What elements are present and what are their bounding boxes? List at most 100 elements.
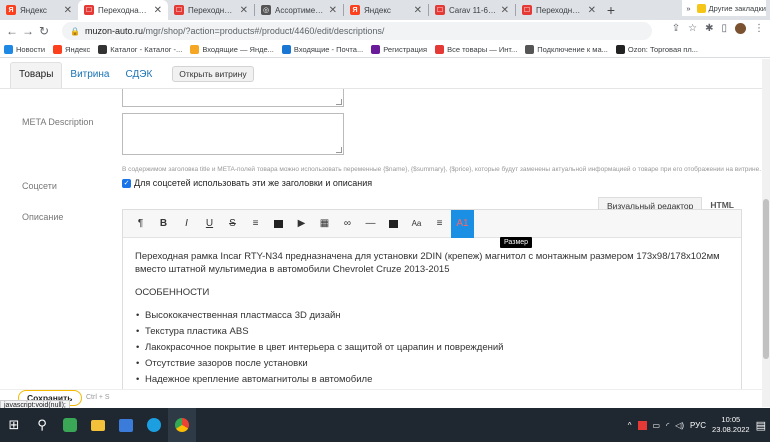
underline-icon[interactable]: U bbox=[198, 210, 221, 238]
extensions-icon[interactable]: ✱ bbox=[705, 23, 713, 34]
scrollbar-thumb[interactable] bbox=[763, 199, 769, 359]
bookmark-item[interactable]: Входящие — Янде... bbox=[190, 45, 274, 54]
wifi-icon[interactable]: ◜ bbox=[666, 421, 669, 430]
font-color-icon[interactable] bbox=[382, 210, 405, 238]
social-checkbox[interactable]: ✓ bbox=[122, 178, 131, 188]
table-icon[interactable]: ▦ bbox=[313, 210, 336, 238]
tab-sdek[interactable]: СДЭК bbox=[117, 69, 160, 88]
tray-chevron-icon[interactable]: ^ bbox=[628, 421, 632, 430]
page-scrollbar[interactable] bbox=[762, 59, 770, 407]
bookmark-item[interactable]: Новости bbox=[4, 45, 45, 54]
tab-close-icon[interactable]: ✕ bbox=[584, 5, 596, 16]
bookmark-label: Каталог - Каталог -... bbox=[110, 45, 183, 54]
volume-icon[interactable]: ◁) bbox=[675, 421, 684, 430]
search-icon[interactable]: ⚲ bbox=[28, 408, 56, 442]
browser-tab[interactable]: Я Яндекс ✕ bbox=[344, 0, 428, 20]
browser-tab[interactable]: Я Яндекс ✕ bbox=[0, 0, 78, 20]
browser-tab[interactable]: ☐ Переходная рам✕ bbox=[516, 0, 602, 20]
sidepanel-icon[interactable]: ▯ bbox=[721, 23, 727, 34]
variables-hint: В содержимом заголовка title и META-поле… bbox=[122, 166, 762, 173]
align-icon[interactable]: ≡ bbox=[428, 210, 451, 238]
browser-tab[interactable]: ☐ Переходная рам✕ bbox=[168, 0, 254, 20]
chrome-icon[interactable] bbox=[168, 408, 196, 442]
tab-favicon-icon: ☐ bbox=[84, 5, 94, 15]
tab-title: Переходная рамк bbox=[98, 5, 150, 15]
bookmark-favicon-icon bbox=[190, 45, 200, 54]
windows-start-icon[interactable]: ⊞ bbox=[0, 408, 28, 442]
bookmarks-more-icon[interactable]: » bbox=[686, 4, 690, 13]
bookmark-label: Все товары — Инт... bbox=[447, 45, 518, 54]
app-icon-green[interactable] bbox=[56, 408, 84, 442]
image-icon[interactable] bbox=[267, 210, 290, 238]
bookmark-label: Регистрация bbox=[383, 45, 428, 54]
tab-close-icon[interactable]: ✕ bbox=[497, 5, 509, 16]
tab-close-icon[interactable]: ✕ bbox=[236, 5, 248, 16]
back-icon[interactable]: ← bbox=[4, 24, 20, 38]
bookmark-item[interactable]: Входящие - Почта... bbox=[281, 45, 363, 54]
file-explorer-icon[interactable] bbox=[84, 408, 112, 442]
tab-close-icon[interactable]: ✕ bbox=[150, 5, 162, 16]
other-bookmarks[interactable]: Другие закладки bbox=[696, 3, 766, 13]
link-icon[interactable]: ∞ bbox=[336, 210, 359, 238]
title-textarea[interactable] bbox=[122, 89, 344, 107]
font-size-icon[interactable]: Aa bbox=[405, 210, 428, 238]
open-storefront-button[interactable]: Открыть витрину bbox=[172, 66, 254, 82]
tab-title: Яндекс bbox=[364, 5, 391, 15]
social-label: Соцсети bbox=[22, 181, 57, 191]
language-indicator[interactable]: РУС bbox=[690, 421, 706, 430]
skype-icon[interactable] bbox=[140, 408, 168, 442]
reload-icon[interactable]: ↻ bbox=[36, 24, 52, 38]
italic-icon[interactable]: I bbox=[175, 210, 198, 238]
system-tray: ^ ▭ ◜ ◁) РУС 10:05 23.08.2022 ▤ bbox=[628, 408, 766, 442]
tab-storefront[interactable]: Витрина bbox=[62, 69, 117, 88]
social-checkbox-label: Для соцсетей использовать эти же заголов… bbox=[134, 178, 373, 188]
folder-icon bbox=[696, 3, 706, 13]
browser-tab-strip: ЯЯндекс✕☐Переходная рамк✕☐Переходная рам… bbox=[0, 0, 770, 20]
description-editor[interactable]: ¶ B I U S ≡ ▶ ▦ ∞ — Aa ≡ A1 Размер Переходная рамка … bbox=[122, 209, 742, 389]
meta-description-textarea[interactable] bbox=[122, 113, 344, 155]
bookmark-item[interactable]: Все товары — Инт... bbox=[435, 45, 517, 54]
list-icon[interactable]: ≡ bbox=[244, 210, 267, 238]
editor-content[interactable]: Переходная рамка Incar RTY-N34 предназна… bbox=[123, 238, 741, 386]
forward-icon[interactable]: → bbox=[20, 24, 36, 38]
windows-taskbar: ⊞ ⚲ ^ ▭ ◜ ◁) РУС 10:05 23.08.2022 ▤ bbox=[0, 408, 770, 442]
battery-icon[interactable]: ▭ bbox=[653, 421, 661, 430]
profile-avatar[interactable] bbox=[735, 23, 746, 34]
strikethrough-icon[interactable]: S bbox=[221, 210, 244, 238]
feature-item: Лакокрасочное покрытие в цвет интерьера … bbox=[135, 341, 729, 354]
horizontal-rule-icon[interactable]: — bbox=[359, 210, 382, 238]
bookmark-item[interactable]: Каталог - Каталог -... bbox=[98, 45, 182, 54]
menu-icon[interactable]: ⋮ bbox=[754, 23, 764, 34]
clock[interactable]: 10:05 23.08.2022 bbox=[712, 415, 750, 435]
tab-close-icon[interactable]: ✕ bbox=[410, 5, 422, 16]
video-icon[interactable]: ▶ bbox=[290, 210, 313, 238]
size-icon[interactable]: A1 bbox=[451, 209, 474, 238]
social-checkbox-row[interactable]: ✓ Для соцсетей использовать эти же загол… bbox=[122, 178, 372, 188]
browser-tab[interactable]: ☐ Carav 11-603 | 2(✕ bbox=[429, 0, 515, 20]
browser-tab[interactable]: ☐ Переходная рамк✕ bbox=[78, 0, 168, 20]
save-bar: Сохранить Ctrl + S bbox=[0, 389, 762, 407]
browser-tab[interactable]: ◎ Ассортимент ма✕ bbox=[255, 0, 343, 20]
calendar-app-icon[interactable] bbox=[112, 408, 140, 442]
bookmark-item[interactable]: Ozon: Торговая пл... bbox=[615, 45, 698, 54]
lock-icon: 🔒 bbox=[70, 26, 80, 36]
new-tab-button[interactable]: + bbox=[602, 0, 620, 20]
tab-products[interactable]: Товары bbox=[10, 62, 63, 88]
bookmark-star-icon[interactable]: ☆ bbox=[688, 23, 697, 34]
tray-app-icon[interactable] bbox=[637, 420, 647, 430]
clock-date: 23.08.2022 bbox=[712, 425, 750, 434]
bold-icon[interactable]: B bbox=[152, 210, 175, 238]
bookmark-item[interactable]: Регистрация bbox=[371, 45, 427, 54]
tab-close-icon[interactable]: ✕ bbox=[60, 5, 72, 16]
paragraph-icon[interactable]: ¶ bbox=[129, 210, 152, 238]
bookmark-item[interactable]: Яндекс bbox=[53, 45, 90, 54]
notifications-icon[interactable]: ▤ bbox=[756, 419, 766, 432]
bookmark-item[interactable]: Подключение к ма... bbox=[525, 45, 608, 54]
share-icon[interactable]: ⇪ bbox=[672, 23, 680, 34]
tab-close-icon[interactable]: ✕ bbox=[325, 5, 337, 16]
tab-title: Carav 11-603 | 2( bbox=[449, 5, 497, 15]
bookmark-favicon-icon bbox=[98, 45, 108, 54]
url-input[interactable]: 🔒 muzon-auto.ru/mgr/shop/?action=product… bbox=[62, 22, 652, 40]
clock-time: 10:05 bbox=[721, 415, 741, 424]
feature-item: Высококачественная пластмасса 3D дизайн bbox=[135, 309, 729, 322]
